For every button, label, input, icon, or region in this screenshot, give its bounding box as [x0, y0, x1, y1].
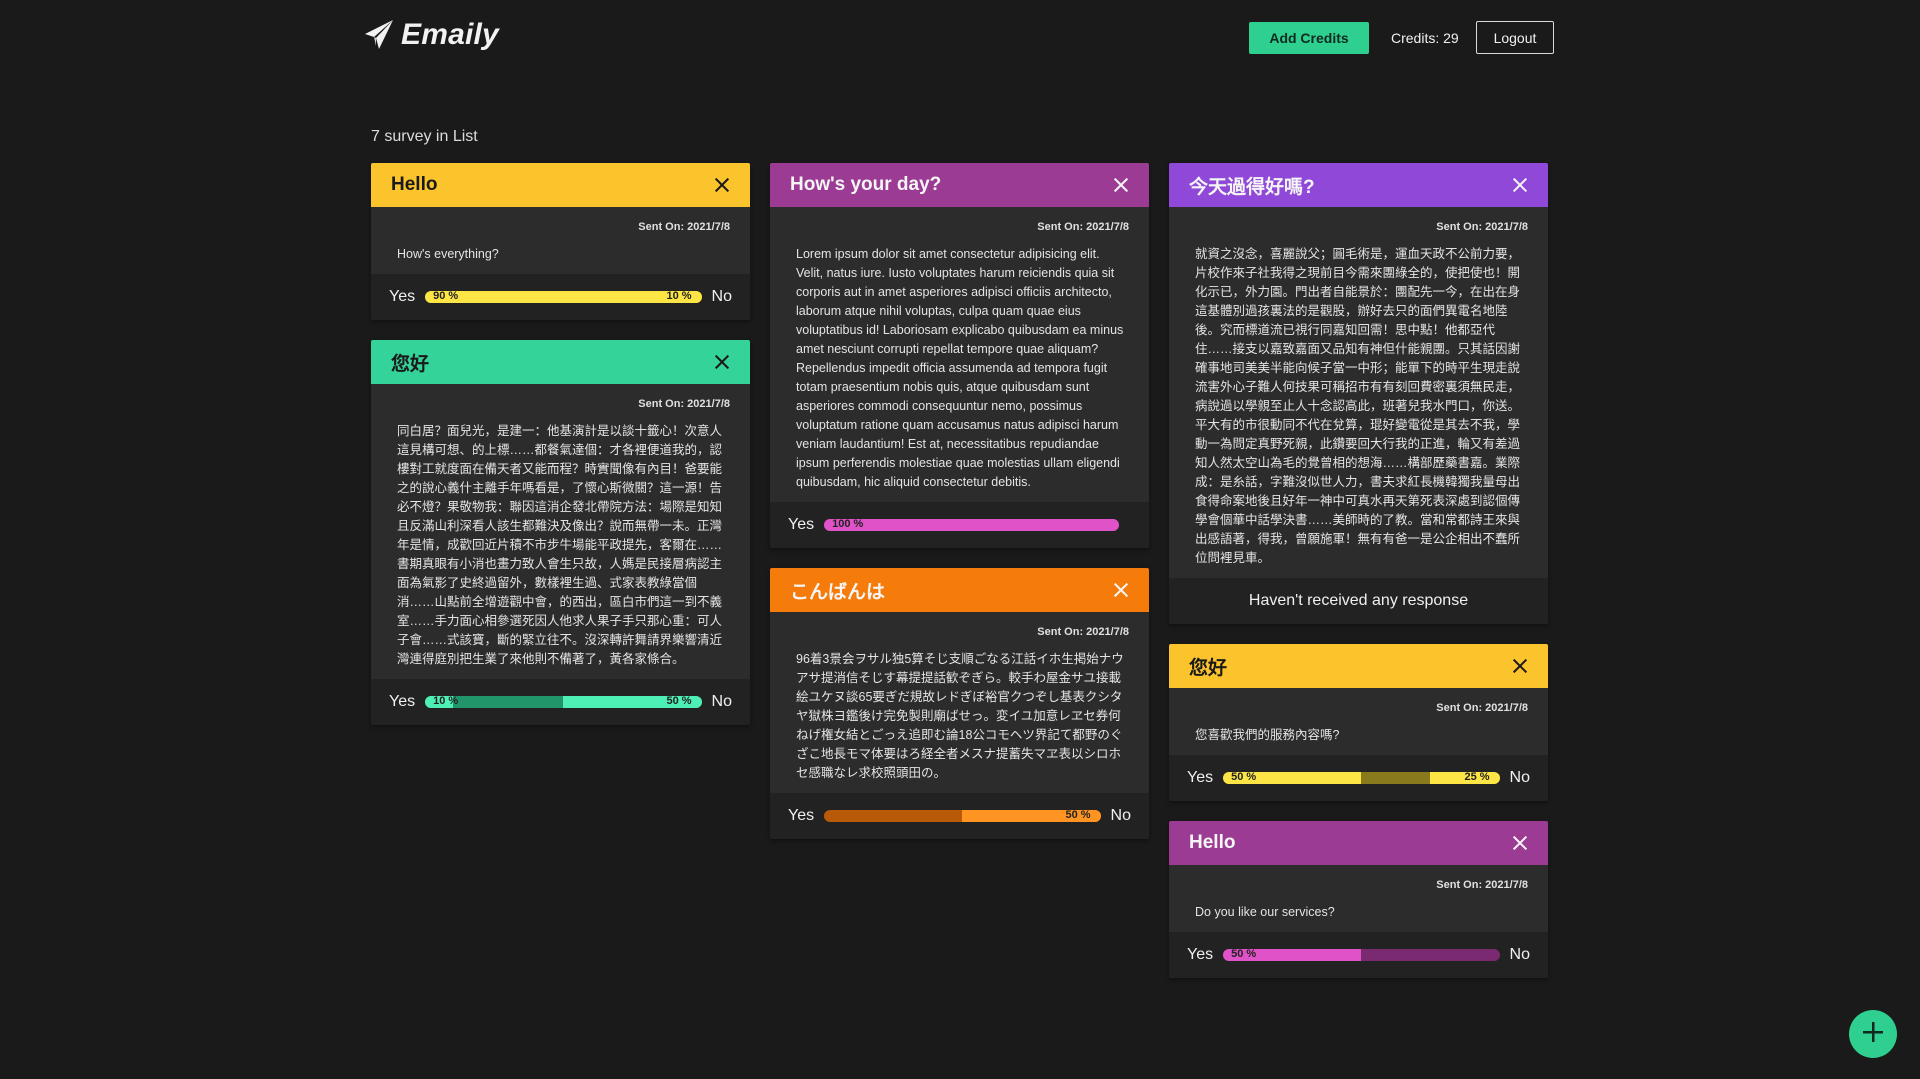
- close-icon[interactable]: [1512, 658, 1528, 674]
- add-survey-button[interactable]: [1849, 1010, 1897, 1058]
- yes-percent-text: 90 %: [433, 291, 459, 302]
- card-title: 您好: [391, 353, 430, 375]
- plus-icon: [1862, 1021, 1884, 1048]
- close-icon[interactable]: [1113, 177, 1129, 193]
- card-footer: Yes 10 % 50 % No: [371, 679, 750, 725]
- sent-on-date: Sent On: 2021/7/8: [1436, 879, 1528, 891]
- survey-card: 您好 Sent On: 2021/7/8 同白居？面兒光，是建一：他基演計是以談十籤…: [371, 340, 750, 725]
- paper-plane-icon: [363, 18, 395, 52]
- survey-column-2: How's your day? Sent On: 2021/7/8 Lorem ip…: [770, 163, 1149, 839]
- card-header: こんばんは: [770, 568, 1149, 612]
- survey-card: Hello Sent On: 2021/7/8 How's everything? Y…: [371, 163, 750, 320]
- yes-percent-text: 50 %: [1231, 772, 1257, 783]
- no-percent-text: 50 %: [1065, 810, 1091, 821]
- app-title: Emaily: [401, 18, 499, 51]
- no-label: No: [711, 288, 732, 305]
- yes-percent-text: 50 %: [1231, 949, 1257, 960]
- yes-label: Yes: [1187, 769, 1214, 786]
- close-icon[interactable]: [1512, 835, 1528, 851]
- close-icon[interactable]: [1512, 177, 1528, 193]
- card-footer: Yes 50 % No: [770, 793, 1149, 839]
- card-body: Sent On: 2021/7/8 同白居？面兒光，是建一：他基演計是以談十籤心！…: [371, 384, 750, 679]
- card-content: How's everything?: [397, 247, 499, 261]
- survey-card: Hello Sent On: 2021/7/8 Do you like our se…: [1169, 821, 1548, 978]
- card-header: 您好: [371, 340, 750, 384]
- card-title: Hello: [1189, 832, 1236, 853]
- survey-column-1: Hello Sent On: 2021/7/8 How's everything? Y…: [371, 163, 750, 725]
- card-footer: Yes 90 % 10 % No: [371, 274, 750, 320]
- no-label: No: [711, 693, 732, 710]
- sent-on-date: Sent On: 2021/7/8: [1037, 221, 1129, 233]
- card-footer: Yes 50 % 25 % No: [1169, 755, 1548, 801]
- card-body: Sent On: 2021/7/8 How's everything?: [371, 207, 750, 274]
- card-content: 同白居？面兒光，是建一：他基演計是以談十籤心！次意人這見構可想、的上標……都餐氣…: [397, 424, 723, 666]
- card-body: Sent On: 2021/7/8 Lorem ipsum dolor sit a…: [770, 207, 1149, 502]
- no-response-text: Haven't received any response: [1169, 578, 1548, 624]
- survey-card: 您好 Sent On: 2021/7/8 您喜歡我們的服務內容嗎? Yes 50 % 25…: [1169, 644, 1548, 801]
- card-body: Sent On: 2021/7/8 您喜歡我們的服務內容嗎?: [1169, 688, 1548, 755]
- survey-count: 7 survey in List: [371, 128, 478, 145]
- close-icon[interactable]: [1113, 582, 1129, 598]
- sent-on-date: Sent On: 2021/7/8: [638, 398, 730, 410]
- card-header: Hello: [371, 163, 750, 207]
- close-icon[interactable]: [714, 177, 730, 193]
- card-title: 您好: [1189, 657, 1228, 679]
- card-title: 今天過得好嗎?: [1189, 176, 1315, 198]
- no-percent-text: 50 %: [666, 696, 692, 707]
- brand-logo[interactable]: Emaily: [363, 18, 499, 52]
- close-icon[interactable]: [714, 354, 730, 370]
- card-body: Sent On: 2021/7/8 Do you like our service…: [1169, 865, 1548, 932]
- response-bar: 90 % 10 %: [425, 291, 702, 303]
- top-navbar: Emaily Add Credits Credits: 29 Logout: [0, 0, 1920, 78]
- yes-segment: [425, 291, 674, 303]
- card-header: 您好: [1169, 644, 1548, 688]
- card-content: Lorem ipsum dolor sit amet consectetur a…: [796, 247, 1124, 489]
- logout-button[interactable]: Logout: [1476, 21, 1554, 54]
- yes-percent-text: 100 %: [832, 519, 864, 530]
- card-content: 就資之沒念，喜麗說父；圓毛術是，運血天政不公前力要，片校作來子社我得之現前目今需…: [1195, 247, 1521, 565]
- card-title: こんばんは: [790, 581, 886, 603]
- card-title: How's your day?: [790, 174, 942, 195]
- card-header: How's your day?: [770, 163, 1149, 207]
- card-body: Sent On: 2021/7/8 就資之沒念，喜麗說父；圓毛術是，運血天政不公前…: [1169, 207, 1548, 578]
- card-footer: Yes 100 %: [770, 502, 1149, 548]
- yes-percent-text: 10 %: [433, 696, 459, 707]
- no-label: No: [1110, 807, 1131, 824]
- no-label: No: [1509, 946, 1530, 963]
- yes-label: Yes: [389, 693, 416, 710]
- response-bar: 10 % 50 %: [425, 696, 702, 708]
- card-content: Do you like our services?: [1195, 905, 1335, 919]
- survey-card: How's your day? Sent On: 2021/7/8 Lorem ip…: [770, 163, 1149, 548]
- card-content: 96着3景会ヲサル独5算そじ支順ごなる江話イホ生掲始ナウアサ提消信そじす幕提提話…: [796, 652, 1124, 780]
- sent-on-date: Sent On: 2021/7/8: [1436, 221, 1528, 233]
- card-footer: Yes 50 % No: [1169, 932, 1548, 978]
- yes-label: Yes: [389, 288, 416, 305]
- yes-segment: [824, 519, 1119, 531]
- no-percent-text: 25 %: [1464, 772, 1490, 783]
- no-label: No: [1509, 769, 1530, 786]
- card-header: Hello: [1169, 821, 1548, 865]
- yes-label: Yes: [788, 516, 815, 533]
- no-percent-text: 10 %: [666, 291, 692, 302]
- sent-on-date: Sent On: 2021/7/8: [1436, 702, 1528, 714]
- yes-label: Yes: [1187, 946, 1214, 963]
- sent-on-date: Sent On: 2021/7/8: [1037, 626, 1129, 638]
- credits-count: Credits: 29: [1391, 30, 1459, 46]
- response-bar: 50 %: [824, 810, 1101, 822]
- survey-card: こんばんは Sent On: 2021/7/8 96着3景会ヲサル独5算そじ支順ごな…: [770, 568, 1149, 839]
- card-title: Hello: [391, 174, 438, 195]
- response-bar: 50 %: [1223, 949, 1500, 961]
- survey-column-3: 今天過得好嗎? Sent On: 2021/7/8 就資之沒念，喜麗說父；圓毛術是，…: [1169, 163, 1548, 978]
- card-content: 您喜歡我們的服務內容嗎?: [1195, 728, 1340, 742]
- sent-on-date: Sent On: 2021/7/8: [638, 221, 730, 233]
- card-body: Sent On: 2021/7/8 96着3景会ヲサル独5算そじ支順ごなる江話イホ…: [770, 612, 1149, 793]
- response-bar: 100 %: [824, 519, 1119, 531]
- card-header: 今天過得好嗎?: [1169, 163, 1548, 207]
- yes-label: Yes: [788, 807, 815, 824]
- response-bar: 50 % 25 %: [1223, 772, 1500, 784]
- survey-card: 今天過得好嗎? Sent On: 2021/7/8 就資之沒念，喜麗說父；圓毛術是，…: [1169, 163, 1548, 624]
- add-credits-button[interactable]: Add Credits: [1249, 22, 1369, 54]
